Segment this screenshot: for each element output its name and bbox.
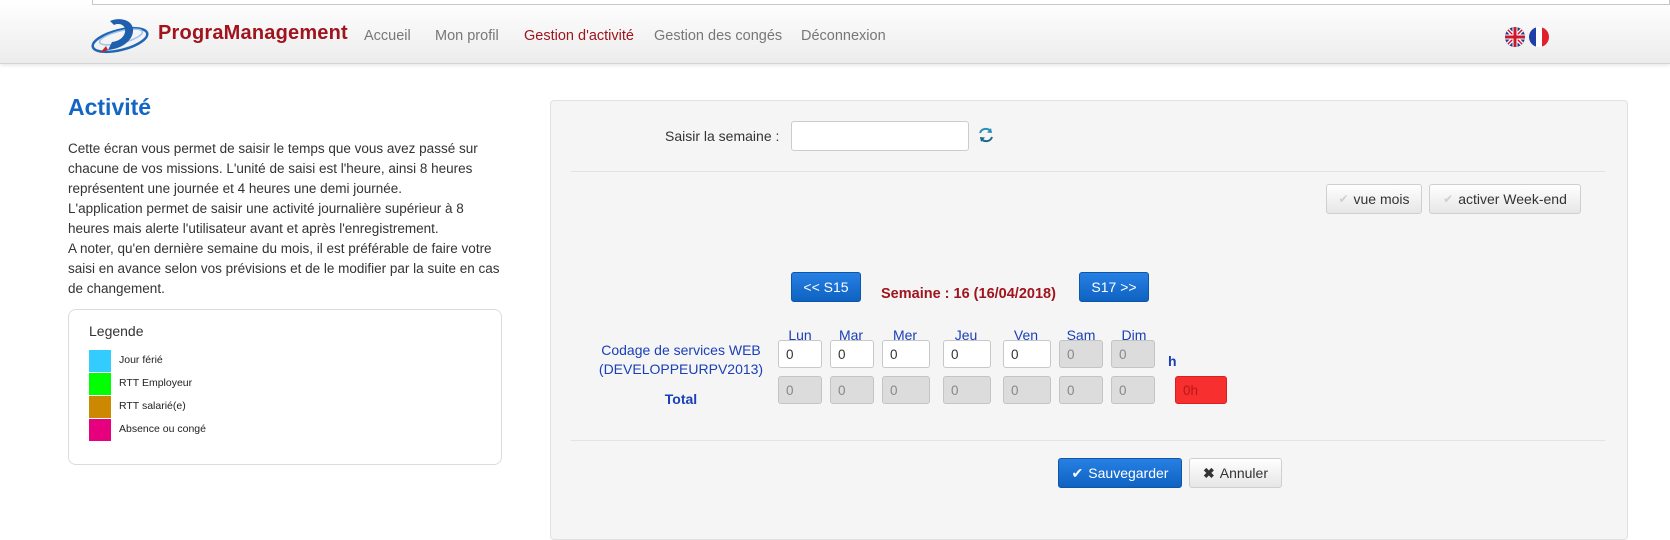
brand-name[interactable]: PrograManagement bbox=[158, 22, 348, 45]
close-icon: ✖ bbox=[1203, 464, 1215, 481]
unit-label: h bbox=[1168, 353, 1177, 369]
nav-gestion-activite[interactable]: Gestion d'activité bbox=[524, 28, 634, 44]
activity-form-panel: Saisir la semaine : ✔ vue mois ✔ activer… bbox=[550, 100, 1628, 540]
save-button[interactable]: ✔ Sauvegarder bbox=[1058, 458, 1182, 488]
top-navbar: PrograManagement Accueil Mon profil Gest… bbox=[0, 0, 1670, 64]
hours-input-ven[interactable] bbox=[1003, 340, 1051, 368]
legend-swatch bbox=[89, 396, 111, 418]
total-sam bbox=[1059, 376, 1103, 404]
total-jeu bbox=[943, 376, 991, 404]
divider bbox=[571, 171, 1605, 172]
week-input[interactable] bbox=[791, 121, 969, 151]
browser-address-strip bbox=[92, 0, 1670, 5]
description-paragraph: Cette écran vous permet de saisir le tem… bbox=[68, 141, 478, 196]
next-week-button[interactable]: S17 >> bbox=[1079, 272, 1149, 302]
legend-box: Legende Jour férié RTT Employeur RTT sal… bbox=[68, 309, 502, 465]
uk-flag-icon[interactable] bbox=[1505, 27, 1525, 47]
activate-weekend-label: activer Week-end bbox=[1458, 191, 1567, 207]
week-input-label: Saisir la semaine : bbox=[665, 128, 780, 144]
total-label: Total bbox=[664, 391, 698, 407]
view-month-label: vue mois bbox=[1353, 191, 1410, 207]
hours-input-dim bbox=[1111, 340, 1155, 368]
nav-gestion-conges[interactable]: Gestion des congés bbox=[654, 28, 782, 44]
fr-flag-icon[interactable] bbox=[1529, 27, 1549, 47]
refresh-icon[interactable] bbox=[978, 127, 994, 143]
legend-label: Absence ou congé bbox=[119, 423, 206, 435]
legend-title: Legende bbox=[89, 323, 144, 339]
brand-logo-icon[interactable] bbox=[88, 14, 152, 58]
description-paragraph: L'application permet de saisir une activ… bbox=[68, 201, 464, 236]
hours-input-jeu[interactable] bbox=[943, 340, 991, 368]
total-dim bbox=[1111, 376, 1155, 404]
nav-accueil[interactable]: Accueil bbox=[364, 28, 411, 44]
view-month-button[interactable]: ✔ vue mois bbox=[1326, 184, 1422, 214]
check-icon: ✔ bbox=[1338, 192, 1349, 206]
divider bbox=[571, 440, 1605, 441]
legend-label: RTT Employeur bbox=[119, 377, 193, 389]
total-mer bbox=[882, 376, 930, 404]
cancel-button[interactable]: ✖ Annuler bbox=[1189, 458, 1282, 488]
page-description: Cette écran vous permet de saisir le tem… bbox=[68, 139, 508, 299]
legend-label: RTT salarié(e) bbox=[119, 400, 186, 412]
legend-label: Jour férié bbox=[119, 354, 163, 366]
hours-input-lun[interactable] bbox=[778, 340, 822, 368]
cancel-label: Annuler bbox=[1219, 465, 1268, 481]
week-title: Semaine : 16 (16/04/2018) bbox=[881, 286, 1056, 302]
check-icon: ✔ bbox=[1443, 192, 1454, 206]
nav-deconnexion[interactable]: Déconnexion bbox=[801, 28, 886, 44]
hours-input-mer[interactable] bbox=[882, 340, 930, 368]
nav-mon-profil[interactable]: Mon profil bbox=[435, 28, 499, 44]
activate-weekend-button[interactable]: ✔ activer Week-end bbox=[1429, 184, 1581, 214]
hours-input-sam bbox=[1059, 340, 1103, 368]
legend-swatch bbox=[89, 419, 111, 441]
page-title: Activité bbox=[68, 94, 152, 120]
description-paragraph: A noter, qu'en dernière semaine du mois,… bbox=[68, 241, 500, 296]
prev-week-button[interactable]: << S15 bbox=[791, 272, 861, 302]
legend-swatch bbox=[89, 350, 111, 372]
task-name: Codage de services WEB (DEVELOPPEURPV201… bbox=[598, 342, 764, 377]
total-mar bbox=[830, 376, 874, 404]
hours-input-mar[interactable] bbox=[830, 340, 874, 368]
total-ven bbox=[1003, 376, 1051, 404]
legend-swatch bbox=[89, 373, 111, 395]
total-lun bbox=[778, 376, 822, 404]
check-icon: ✔ bbox=[1071, 464, 1084, 481]
save-label: Sauvegarder bbox=[1088, 465, 1169, 481]
total-sum bbox=[1175, 376, 1227, 404]
